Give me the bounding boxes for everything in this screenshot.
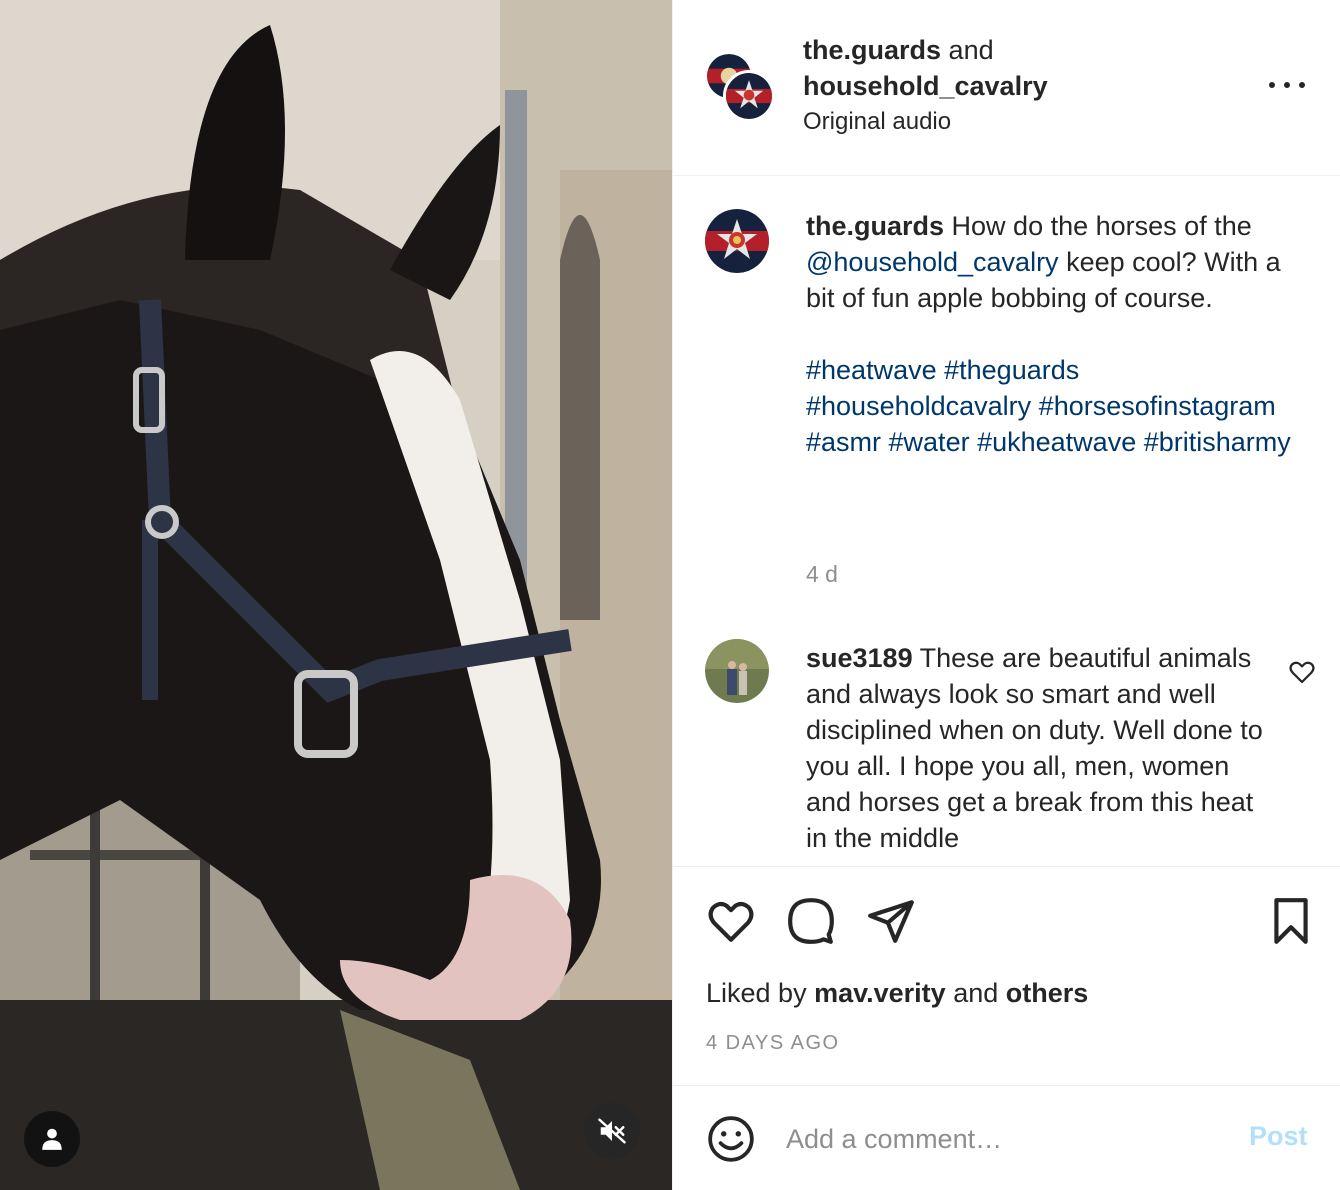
hashtag-list: #heatwave #theguards #householdcavalry #… xyxy=(806,352,1306,460)
comment: sue3189 These are beautiful animals and … xyxy=(806,640,1266,856)
comment-like-heart-icon[interactable] xyxy=(1287,657,1317,687)
caption: the.guards How do the horses of the @hou… xyxy=(806,208,1306,460)
comments-section[interactable]: the.guards How do the horses of the @hou… xyxy=(673,177,1340,867)
comment-text: These are beautiful animals and always l… xyxy=(806,643,1263,853)
action-bar: Liked by mav.verity and others 4 DAYS AG… xyxy=(673,868,1340,1086)
hashtag-link[interactable]: #britisharmy xyxy=(1144,427,1291,457)
hashtag-link[interactable]: #householdcavalry xyxy=(806,391,1031,421)
more-options-button[interactable] xyxy=(1265,70,1309,100)
speaker-muted-icon xyxy=(598,1118,626,1144)
tagged-users-button[interactable] xyxy=(24,1111,80,1167)
more-dot-icon xyxy=(1299,82,1305,88)
likes-others-link[interactable]: others xyxy=(1006,978,1089,1008)
comment-composer: Post xyxy=(673,1087,1340,1190)
collab-account-link[interactable]: household_cavalry xyxy=(803,71,1048,101)
caption-avatar[interactable] xyxy=(705,209,769,273)
more-dot-icon xyxy=(1284,82,1290,88)
liker-username[interactable]: mav.verity xyxy=(814,978,946,1008)
like-heart-icon[interactable] xyxy=(706,896,756,946)
caption-timestamp[interactable]: 4 d xyxy=(806,561,838,588)
comment-bubble-icon[interactable] xyxy=(786,896,836,946)
hashtag-link[interactable]: #heatwave xyxy=(806,355,937,385)
avatar[interactable] xyxy=(723,70,775,122)
share-send-icon[interactable] xyxy=(866,896,916,946)
more-dot-icon xyxy=(1269,82,1275,88)
collab-names: the.guards and household_cavalry xyxy=(803,32,1048,104)
post-media[interactable] xyxy=(0,0,672,1190)
emoji-icon[interactable] xyxy=(706,1114,756,1164)
mute-toggle-button[interactable] xyxy=(584,1103,640,1159)
collab-avatars[interactable] xyxy=(705,52,775,122)
hashtag-link[interactable]: #water xyxy=(889,427,970,457)
post-comment-button[interactable]: Post xyxy=(1249,1121,1308,1152)
post-date[interactable]: 4 DAYS AGO xyxy=(706,1032,840,1055)
likes-summary: Liked by mav.verity and others xyxy=(706,978,1088,1009)
audio-label[interactable]: Original audio xyxy=(803,108,951,136)
hashtag-link[interactable]: #asmr xyxy=(806,427,881,457)
person-icon xyxy=(42,1128,62,1150)
comment-avatar[interactable] xyxy=(705,639,769,703)
horse-video-frame xyxy=(0,0,672,1190)
post-side-panel: the.guards and household_cavalry Origina… xyxy=(672,0,1340,1190)
caption-username[interactable]: the.guards xyxy=(806,211,944,241)
likes-joiner: and xyxy=(953,978,999,1008)
caption-text: How do the horses of the xyxy=(951,211,1252,241)
post-header: the.guards and household_cavalry Origina… xyxy=(673,0,1340,176)
comment-username[interactable]: sue3189 xyxy=(806,643,913,673)
hashtag-link[interactable]: #ukheatwave xyxy=(977,427,1136,457)
hashtag-link[interactable]: #theguards xyxy=(944,355,1079,385)
mention-link[interactable]: @household_cavalry xyxy=(806,247,1059,277)
likes-prefix: Liked by xyxy=(706,978,807,1008)
save-bookmark-icon[interactable] xyxy=(1266,896,1316,946)
collab-joiner: and xyxy=(948,35,994,65)
hashtag-link[interactable]: #horsesofinstagram xyxy=(1039,391,1276,421)
collab-account-link[interactable]: the.guards xyxy=(803,35,941,65)
comment-input[interactable] xyxy=(786,1117,1226,1161)
